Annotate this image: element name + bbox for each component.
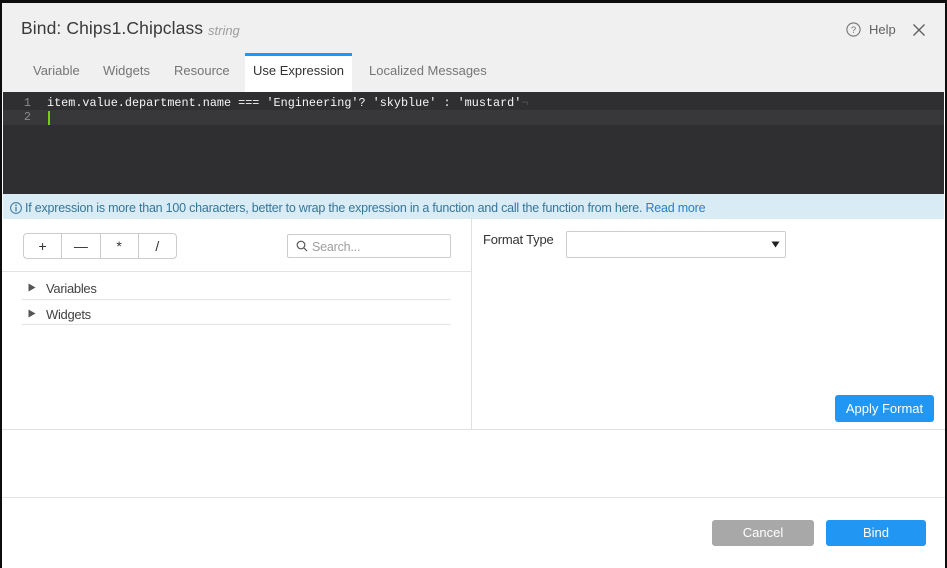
svg-text:?: ? — [851, 25, 856, 36]
